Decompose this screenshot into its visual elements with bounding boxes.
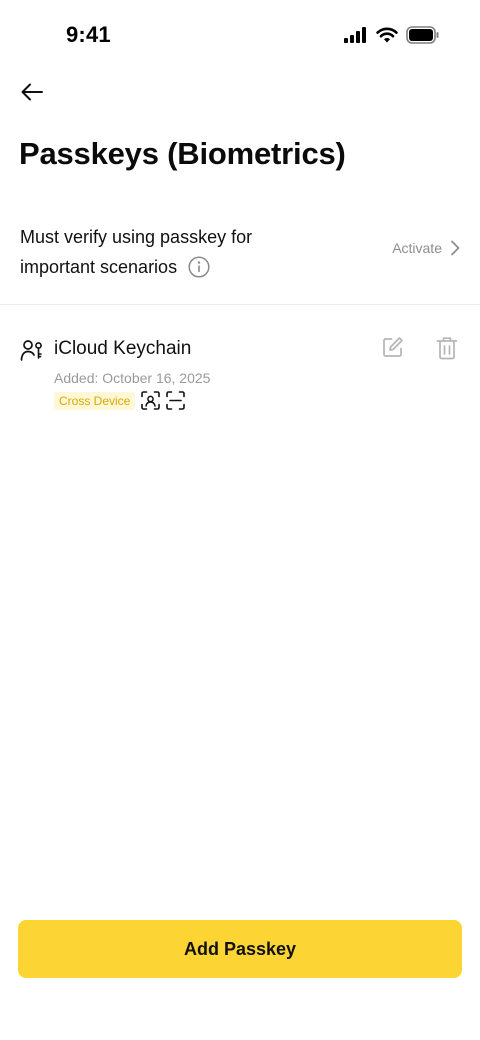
passkey-verification-row[interactable]: Must verify using passkey for important …	[0, 214, 480, 304]
passkey-name: iCloud Keychain	[54, 338, 192, 359]
trash-icon	[436, 337, 458, 360]
scan-icon	[166, 391, 186, 410]
verification-label-line2: important scenarios	[20, 257, 178, 277]
passkeys-screen: 9:41 Passkeys (Biometrics) Must verify u…	[0, 0, 480, 1040]
section-divider	[0, 304, 480, 305]
activate-action[interactable]: Activate	[392, 240, 460, 256]
add-passkey-button[interactable]: Add Passkey	[18, 920, 462, 978]
wifi-icon	[376, 27, 398, 43]
verification-label: Must verify using passkey for important …	[20, 222, 350, 282]
back-button[interactable]	[16, 78, 48, 106]
verification-label-line1: Must verify using passkey for	[20, 227, 253, 247]
battery-icon	[406, 26, 439, 44]
info-icon[interactable]	[188, 256, 210, 278]
passkey-user-icon	[20, 340, 42, 361]
delete-passkey-button[interactable]	[436, 336, 460, 360]
passkey-added-date: Added: October 16, 2025	[54, 370, 211, 386]
passkey-list-item: iCloud Keychain Added: October 16, 2025 …	[0, 334, 480, 424]
edit-passkey-button[interactable]	[382, 336, 406, 360]
chevron-right-icon	[451, 240, 460, 256]
passkey-tags: Cross Device	[54, 391, 186, 410]
page-title: Passkeys (Biometrics)	[19, 136, 346, 171]
cellular-signal-icon	[344, 27, 366, 43]
cross-device-badge: Cross Device	[54, 391, 136, 410]
edit-icon	[383, 337, 403, 357]
activate-label: Activate	[392, 240, 442, 256]
back-arrow-icon	[21, 83, 43, 101]
status-bar: 9:41	[0, 0, 480, 72]
face-id-icon	[141, 391, 161, 410]
status-icons	[344, 26, 440, 44]
status-time: 9:41	[66, 22, 111, 47]
